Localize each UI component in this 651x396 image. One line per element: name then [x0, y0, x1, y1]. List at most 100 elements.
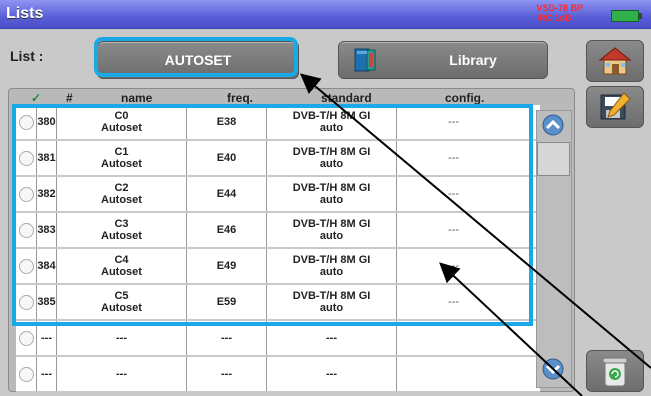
- radio-button[interactable]: [18, 294, 34, 310]
- column-header-number: #: [66, 91, 73, 105]
- table-row[interactable]: 381 C1 Autoset E40 DVB-T/H 8M GI auto --…: [16, 141, 540, 177]
- row-config: ---: [448, 224, 459, 236]
- library-button-label: Library: [449, 52, 497, 68]
- row-name: ---: [57, 321, 187, 355]
- row-name-line1: C0: [114, 110, 129, 122]
- row-select-cell[interactable]: [16, 141, 37, 175]
- row-standard-line1: DVB-T/H 8M GI: [292, 146, 371, 158]
- home-button[interactable]: [586, 40, 644, 82]
- row-name-line2: Autoset: [101, 266, 142, 278]
- row-standard: DVB-T/H 8M GI auto: [267, 249, 397, 283]
- row-name-line1: ---: [116, 332, 127, 344]
- column-header-config: config.: [445, 91, 485, 105]
- row-standard-line2: auto: [319, 302, 344, 314]
- row-standard: ---: [267, 321, 397, 355]
- row-name: C4 Autoset: [57, 249, 187, 283]
- row-standard-line1: DVB-T/H 8M GI: [292, 182, 371, 194]
- row-frequency: E49: [187, 249, 267, 283]
- column-header-freq: freq.: [227, 91, 254, 105]
- battery-icon: [611, 10, 642, 22]
- row-name: C3 Autoset: [57, 213, 187, 247]
- title-bar: Lists VSD-78 BP IRC 1dB: [0, 0, 651, 29]
- book-icon: [354, 48, 376, 72]
- radio-button[interactable]: [18, 330, 34, 346]
- row-name-line1: C5: [114, 290, 129, 302]
- row-standard-line2: auto: [319, 158, 344, 170]
- radio-button[interactable]: [18, 186, 34, 202]
- radio-button[interactable]: [18, 366, 34, 382]
- row-number: 381: [37, 141, 57, 175]
- radio-button[interactable]: [18, 114, 34, 130]
- status-indicator: VSD-78 BP IRC 1dB: [536, 3, 583, 23]
- save-edit-icon: [600, 92, 631, 120]
- row-select-cell[interactable]: [16, 213, 37, 247]
- row-standard: DVB-T/H 8M GI auto: [267, 141, 397, 175]
- radio-button[interactable]: [18, 150, 34, 166]
- table-row[interactable]: 380 C0 Autoset E38 DVB-T/H 8M GI auto --…: [16, 105, 540, 141]
- row-standard: DVB-T/H 8M GI auto: [267, 177, 397, 211]
- row-select-cell[interactable]: [16, 177, 37, 211]
- row-config: ---: [448, 152, 459, 164]
- list-label: List :: [10, 48, 44, 64]
- table-row[interactable]: 382 C2 Autoset E44 DVB-T/H 8M GI auto --…: [16, 177, 540, 213]
- row-standard: ---: [267, 357, 397, 391]
- row-name-line2: Autoset: [101, 194, 142, 206]
- table-row[interactable]: --- --- --- ---: [16, 357, 540, 393]
- row-select-cell[interactable]: [16, 321, 37, 355]
- select-all-icon[interactable]: ✓: [31, 91, 41, 105]
- table-row[interactable]: 384 C4 Autoset E49 DVB-T/H 8M GI auto --…: [16, 249, 540, 285]
- delete-button[interactable]: [586, 350, 644, 392]
- row-name-line2: Autoset: [101, 302, 142, 314]
- autoset-button[interactable]: AUTOSET: [97, 41, 299, 79]
- column-header-name: name: [121, 91, 153, 105]
- table-row[interactable]: 383 C3 Autoset E46 DVB-T/H 8M GI auto --…: [16, 213, 540, 249]
- radio-button[interactable]: [18, 222, 34, 238]
- save-edit-button[interactable]: [586, 86, 644, 128]
- row-select-cell[interactable]: [16, 249, 37, 283]
- table-header: ✓ # name freq. standard config.: [9, 89, 574, 105]
- table-row[interactable]: --- --- --- ---: [16, 321, 540, 357]
- status-line-2: IRC 1dB: [536, 13, 572, 23]
- scrollbar-thumb[interactable]: [537, 142, 570, 176]
- row-frequency: ---: [187, 357, 267, 391]
- row-standard-line2: auto: [319, 230, 344, 242]
- row-standard-line1: DVB-T/H 8M GI: [292, 218, 371, 230]
- row-standard-line1: DVB-T/H 8M GI: [292, 254, 371, 266]
- row-select-cell[interactable]: [16, 357, 37, 391]
- row-name-line1: ---: [116, 368, 127, 380]
- table-rows: 380 C0 Autoset E38 DVB-T/H 8M GI auto --…: [16, 105, 540, 393]
- chevron-down-icon[interactable]: [536, 354, 570, 384]
- row-standard-line2: auto: [319, 266, 344, 278]
- row-frequency: E59: [187, 285, 267, 319]
- row-standard: DVB-T/H 8M GI auto: [267, 105, 397, 139]
- row-standard: DVB-T/H 8M GI auto: [267, 213, 397, 247]
- radio-button[interactable]: [18, 258, 34, 274]
- autoset-button-label: AUTOSET: [164, 52, 232, 68]
- row-standard-line1: ---: [326, 332, 337, 344]
- home-icon: [598, 47, 632, 75]
- row-frequency: E40: [187, 141, 267, 175]
- row-config: [397, 321, 510, 355]
- row-select-cell[interactable]: [16, 285, 37, 319]
- row-standard-line2: auto: [319, 122, 344, 134]
- status-line-1: VSD-78 BP: [536, 3, 583, 13]
- row-standard-line1: ---: [326, 368, 337, 380]
- row-frequency: ---: [187, 321, 267, 355]
- row-select-cell[interactable]: [16, 105, 37, 139]
- table-row[interactable]: 385 C5 Autoset E59 DVB-T/H 8M GI auto --…: [16, 285, 540, 321]
- row-name: ---: [57, 357, 187, 391]
- row-config: ---: [448, 296, 459, 308]
- row-name-line1: C1: [114, 146, 129, 158]
- chevron-up-icon[interactable]: [536, 110, 570, 140]
- row-number: 383: [37, 213, 57, 247]
- library-button[interactable]: Library: [338, 41, 548, 79]
- row-config: [397, 357, 510, 391]
- trash-icon: [602, 357, 628, 387]
- row-standard-line2: auto: [319, 194, 344, 206]
- row-name: C5 Autoset: [57, 285, 187, 319]
- row-number: 384: [37, 249, 57, 283]
- row-name-line1: C4: [114, 254, 129, 266]
- window-title: Lists: [6, 5, 44, 22]
- row-standard: DVB-T/H 8M GI auto: [267, 285, 397, 319]
- row-name-line2: Autoset: [101, 122, 142, 134]
